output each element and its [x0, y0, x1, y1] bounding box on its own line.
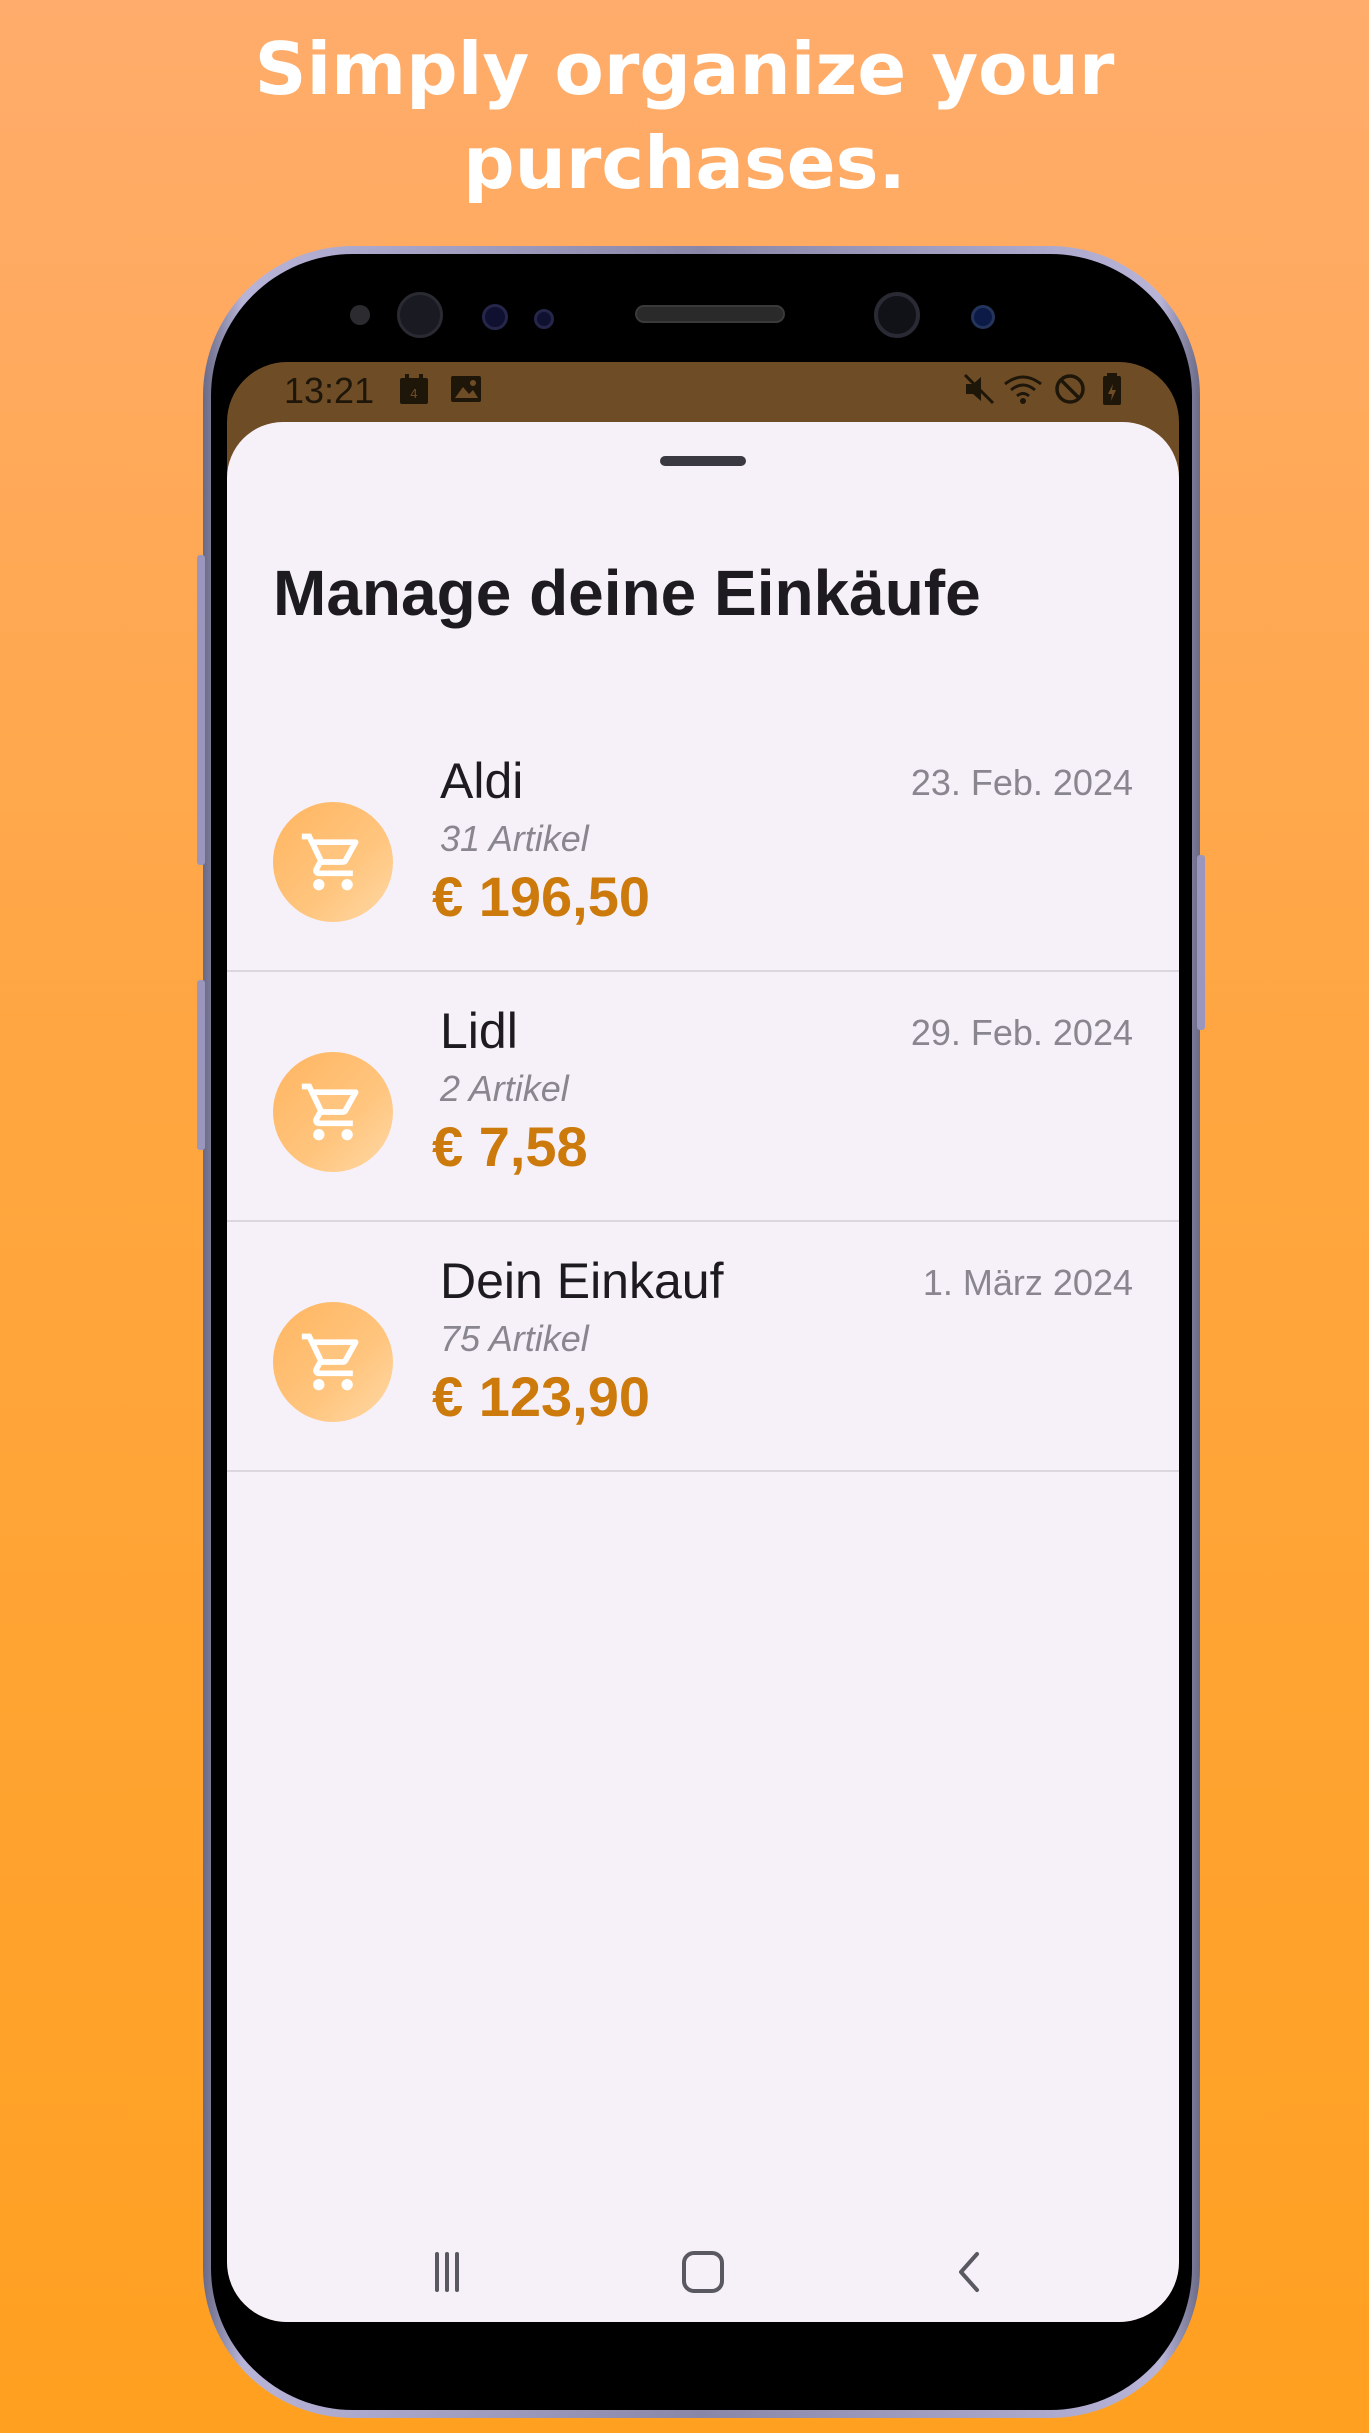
- system-nav-bar: [227, 2222, 1179, 2322]
- earpiece-speaker: [635, 305, 785, 323]
- purchase-price: € 123,90: [432, 1365, 650, 1428]
- mute-icon: [962, 372, 996, 410]
- status-time: 13:21: [284, 370, 375, 411]
- page-title: Manage deine Einkäufe: [273, 557, 981, 629]
- avatar: [273, 1302, 393, 1422]
- purchase-price: € 7,58: [432, 1115, 588, 1178]
- volume-button: [197, 555, 205, 865]
- purchase-date: 29. Feb. 2024: [910, 1012, 1133, 1053]
- purchase-row-lidl[interactable]: Lidl 2 Artikel € 7,58 29. Feb. 2024: [227, 972, 1179, 1222]
- purchase-list: Aldi 31 Artikel € 196,50 23. Feb. 2024 L…: [227, 722, 1179, 1472]
- store-name: Aldi: [440, 753, 524, 809]
- sensor-dot: [350, 305, 370, 325]
- bixby-button: [197, 980, 205, 1150]
- item-count: 2 Artikel: [440, 1068, 569, 1109]
- headline: Simply organize your purchases.: [0, 22, 1369, 210]
- headline-line-2: purchases.: [463, 121, 906, 205]
- svg-text:4: 4: [410, 387, 418, 401]
- cart-icon: [301, 1083, 359, 1141]
- home-icon[interactable]: [673, 2242, 733, 2306]
- item-count: 31 Artikel: [440, 818, 589, 859]
- status-bar: 13:21 4: [227, 362, 1179, 422]
- purchase-price: € 196,50: [432, 865, 650, 928]
- purchase-row-dein-einkauf[interactable]: Dein Einkauf 75 Artikel € 123,90 1. März…: [227, 1222, 1179, 1472]
- cart-icon: [301, 1333, 359, 1391]
- battery-icon: [1101, 372, 1123, 410]
- phone-screen: 13:21 4 Manage deine Einkäufe Aldi 31 Ar…: [227, 362, 1179, 2322]
- iris-scanner: [397, 292, 443, 338]
- avatar: [273, 802, 393, 922]
- calendar-icon: 4: [397, 372, 431, 410]
- item-count: 75 Artikel: [440, 1318, 589, 1359]
- sensor-dot: [482, 304, 508, 330]
- do-not-disturb-icon: [1053, 372, 1087, 410]
- sensor-dot: [534, 309, 554, 329]
- front-camera: [874, 292, 920, 338]
- store-name: Dein Einkauf: [440, 1253, 724, 1309]
- purchase-row-aldi[interactable]: Aldi 31 Artikel € 196,50 23. Feb. 2024: [227, 722, 1179, 972]
- image-icon: [449, 372, 483, 410]
- purchase-date: 1. März 2024: [922, 1262, 1133, 1303]
- sensor-dot: [971, 305, 995, 329]
- headline-line-1: Simply organize your: [254, 27, 1115, 111]
- purchase-date: 23. Feb. 2024: [910, 762, 1133, 803]
- recent-apps-icon[interactable]: [417, 2242, 477, 2306]
- avatar: [273, 1052, 393, 1172]
- sheet-drag-handle[interactable]: [660, 456, 746, 466]
- power-button: [1197, 855, 1205, 1030]
- wifi-icon: [1003, 372, 1043, 410]
- store-name: Lidl: [440, 1003, 518, 1059]
- back-icon[interactable]: [939, 2242, 999, 2306]
- cart-icon: [301, 833, 359, 891]
- bottom-sheet: Manage deine Einkäufe Aldi 31 Artikel € …: [227, 422, 1179, 2322]
